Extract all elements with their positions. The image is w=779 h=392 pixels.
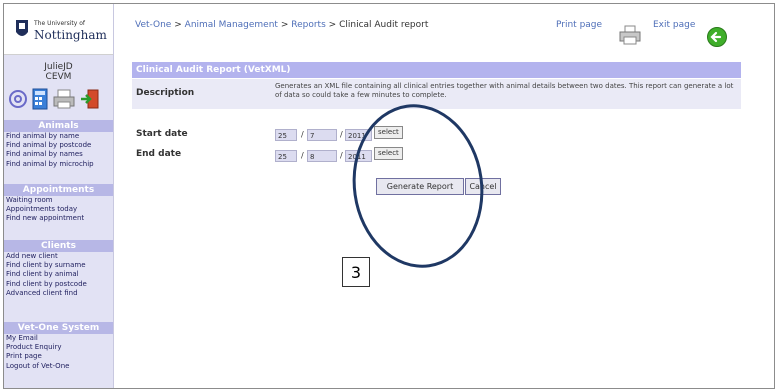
nav-item-advanced-client-find[interactable]: Advanced client find (6, 289, 113, 298)
nav-list-clients: Add new client Find client by surname Fi… (6, 252, 113, 298)
tool-icons (8, 88, 108, 112)
end-date-label: End date (136, 149, 182, 159)
breadcrumb-vet-one[interactable]: Vet-One (135, 20, 171, 30)
email-icon[interactable] (8, 88, 28, 113)
nav-item-find-animal-by-names[interactable]: Find animal by names (6, 150, 113, 159)
end-month-input[interactable]: 8 (307, 150, 337, 162)
print-page-link[interactable]: Print page (556, 20, 602, 30)
section-heading-vet-one-system: Vet-One System (4, 322, 113, 334)
sidebar: The University of Nottingham JulieJD CEV… (4, 4, 114, 388)
back-arrow-icon[interactable] (707, 27, 727, 47)
nav-item-appointments-today[interactable]: Appointments today (6, 205, 113, 214)
nav-item-waiting-room[interactable]: Waiting room (6, 196, 113, 205)
user-name: JulieJD (44, 62, 73, 72)
section-heading-clients: Clients (4, 240, 113, 252)
printer-icon[interactable] (619, 24, 641, 46)
annotation-step-number: 3 (342, 257, 370, 287)
nav-item-print-page[interactable]: Print page (6, 352, 113, 361)
nav-item-find-client-by-animal[interactable]: Find client by animal (6, 270, 113, 279)
nav-item-find-animal-by-microchip[interactable]: Find animal by microchip (6, 160, 113, 169)
nav-list-appointments: Waiting room Appointments today Find new… (6, 196, 113, 224)
start-month-input[interactable]: 7 (307, 129, 337, 141)
report-title: Clinical Audit Report (VetXML) (132, 62, 741, 78)
crest-icon (16, 20, 28, 36)
description-row: Description Generates an XML file contai… (132, 79, 741, 109)
user-role: CEVM (45, 72, 72, 82)
start-day-input[interactable]: 25 (275, 129, 297, 141)
section-heading-appointments: Appointments (4, 184, 113, 196)
nav-item-product-enquiry[interactable]: Product Enquiry (6, 343, 113, 352)
date-separator: / (301, 130, 304, 139)
breadcrumb-separator: > (328, 20, 337, 30)
breadcrumb-reports[interactable]: Reports (291, 20, 326, 30)
section-heading-animals: Animals (4, 120, 113, 132)
nav-item-find-animal-by-postcode[interactable]: Find animal by postcode (6, 141, 113, 150)
university-name: Nottingham (34, 28, 107, 42)
breadcrumb: Vet-One > Animal Management > Reports > … (135, 20, 428, 30)
exit-page-link[interactable]: Exit page (653, 20, 695, 30)
breadcrumb-separator: > (174, 20, 182, 30)
date-separator: / (301, 151, 304, 160)
calculator-icon[interactable] (32, 88, 48, 113)
exit-icon[interactable] (80, 88, 100, 113)
description-label: Description (136, 88, 195, 98)
description-text: Generates an XML file containing all cli… (275, 82, 734, 99)
nav-item-find-client-by-surname[interactable]: Find client by surname (6, 261, 113, 270)
nav-item-find-client-by-postcode[interactable]: Find client by postcode (6, 280, 113, 289)
printer-icon[interactable] (52, 88, 76, 113)
date-separator: / (340, 151, 343, 160)
nav-item-logout[interactable]: Logout of Vet-One (6, 362, 113, 371)
university-logo[interactable]: The University of Nottingham (4, 4, 113, 55)
breadcrumb-separator: > (280, 20, 289, 30)
nav-item-find-animal-by-name[interactable]: Find animal by name (6, 132, 113, 141)
university-small-text: The University of (34, 20, 86, 27)
nav-item-my-email[interactable]: My Email (6, 334, 113, 343)
nav-list-animals: Find animal by name Find animal by postc… (6, 132, 113, 169)
date-separator: / (340, 130, 343, 139)
end-day-input[interactable]: 25 (275, 150, 297, 162)
nav-item-add-new-client[interactable]: Add new client (6, 252, 113, 261)
breadcrumb-current: Clinical Audit report (339, 20, 429, 30)
nav-list-system: My Email Product Enquiry Print page Logo… (6, 334, 113, 371)
breadcrumb-animal-management[interactable]: Animal Management (185, 20, 278, 30)
start-date-label: Start date (136, 129, 188, 139)
nav-item-find-new-appointment[interactable]: Find new appointment (6, 214, 113, 223)
